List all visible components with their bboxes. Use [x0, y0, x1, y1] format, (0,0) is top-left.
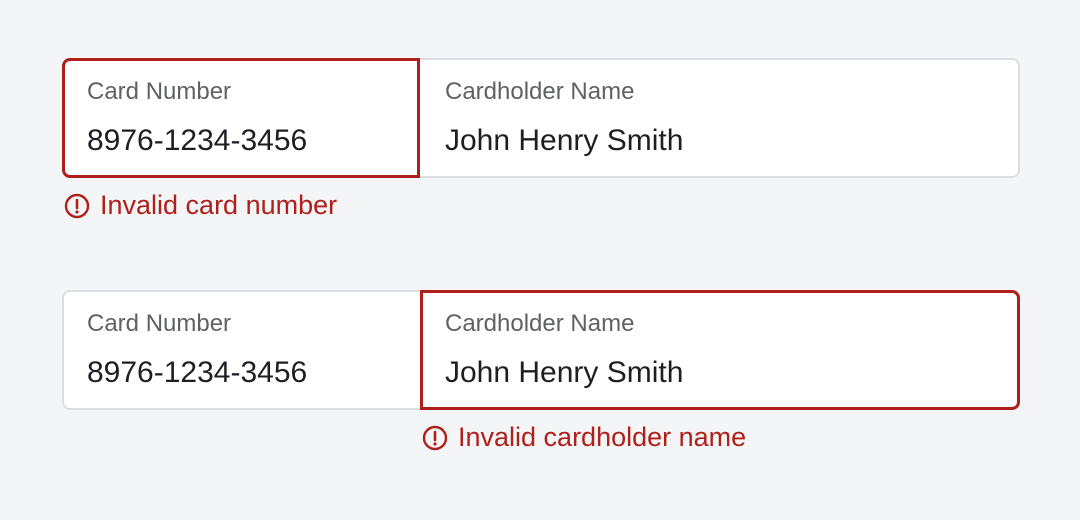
cardholder-name-field[interactable]: Cardholder Name John Henry Smith [420, 58, 1020, 178]
cardholder-name-error-text: Invalid cardholder name [458, 422, 747, 452]
cardholder-name-value[interactable]: John Henry Smith [445, 124, 683, 158]
cardholder-name-value[interactable]: John Henry Smith [445, 356, 683, 390]
cardholder-name-field[interactable]: Cardholder Name John Henry Smith [420, 290, 1020, 410]
cardholder-name-label: Cardholder Name [445, 310, 635, 337]
card-number-field[interactable]: Card Number 8976-1234-3456 [62, 58, 420, 178]
exclamation-circle-icon [64, 193, 90, 218]
exclamation-circle-icon [422, 425, 448, 450]
card-number-value[interactable]: 8976-1234-3456 [87, 124, 307, 158]
card-number-label: Card Number [87, 78, 232, 105]
card-number-error: Invalid card number [64, 190, 337, 221]
cardholder-name-label: Cardholder Name [445, 78, 635, 105]
card-number-label: Card Number [87, 310, 232, 337]
card-form-1: Card Number 8976-1234-3456 Cardholder Na… [62, 58, 1020, 178]
card-number-value[interactable]: 8976-1234-3456 [87, 356, 307, 390]
card-number-field[interactable]: Card Number 8976-1234-3456 [62, 290, 420, 410]
card-number-error-text: Invalid card number [100, 190, 338, 220]
card-form-2: Card Number 8976-1234-3456 Cardholder Na… [62, 290, 1020, 410]
cardholder-name-error: Invalid cardholder name [422, 422, 746, 453]
